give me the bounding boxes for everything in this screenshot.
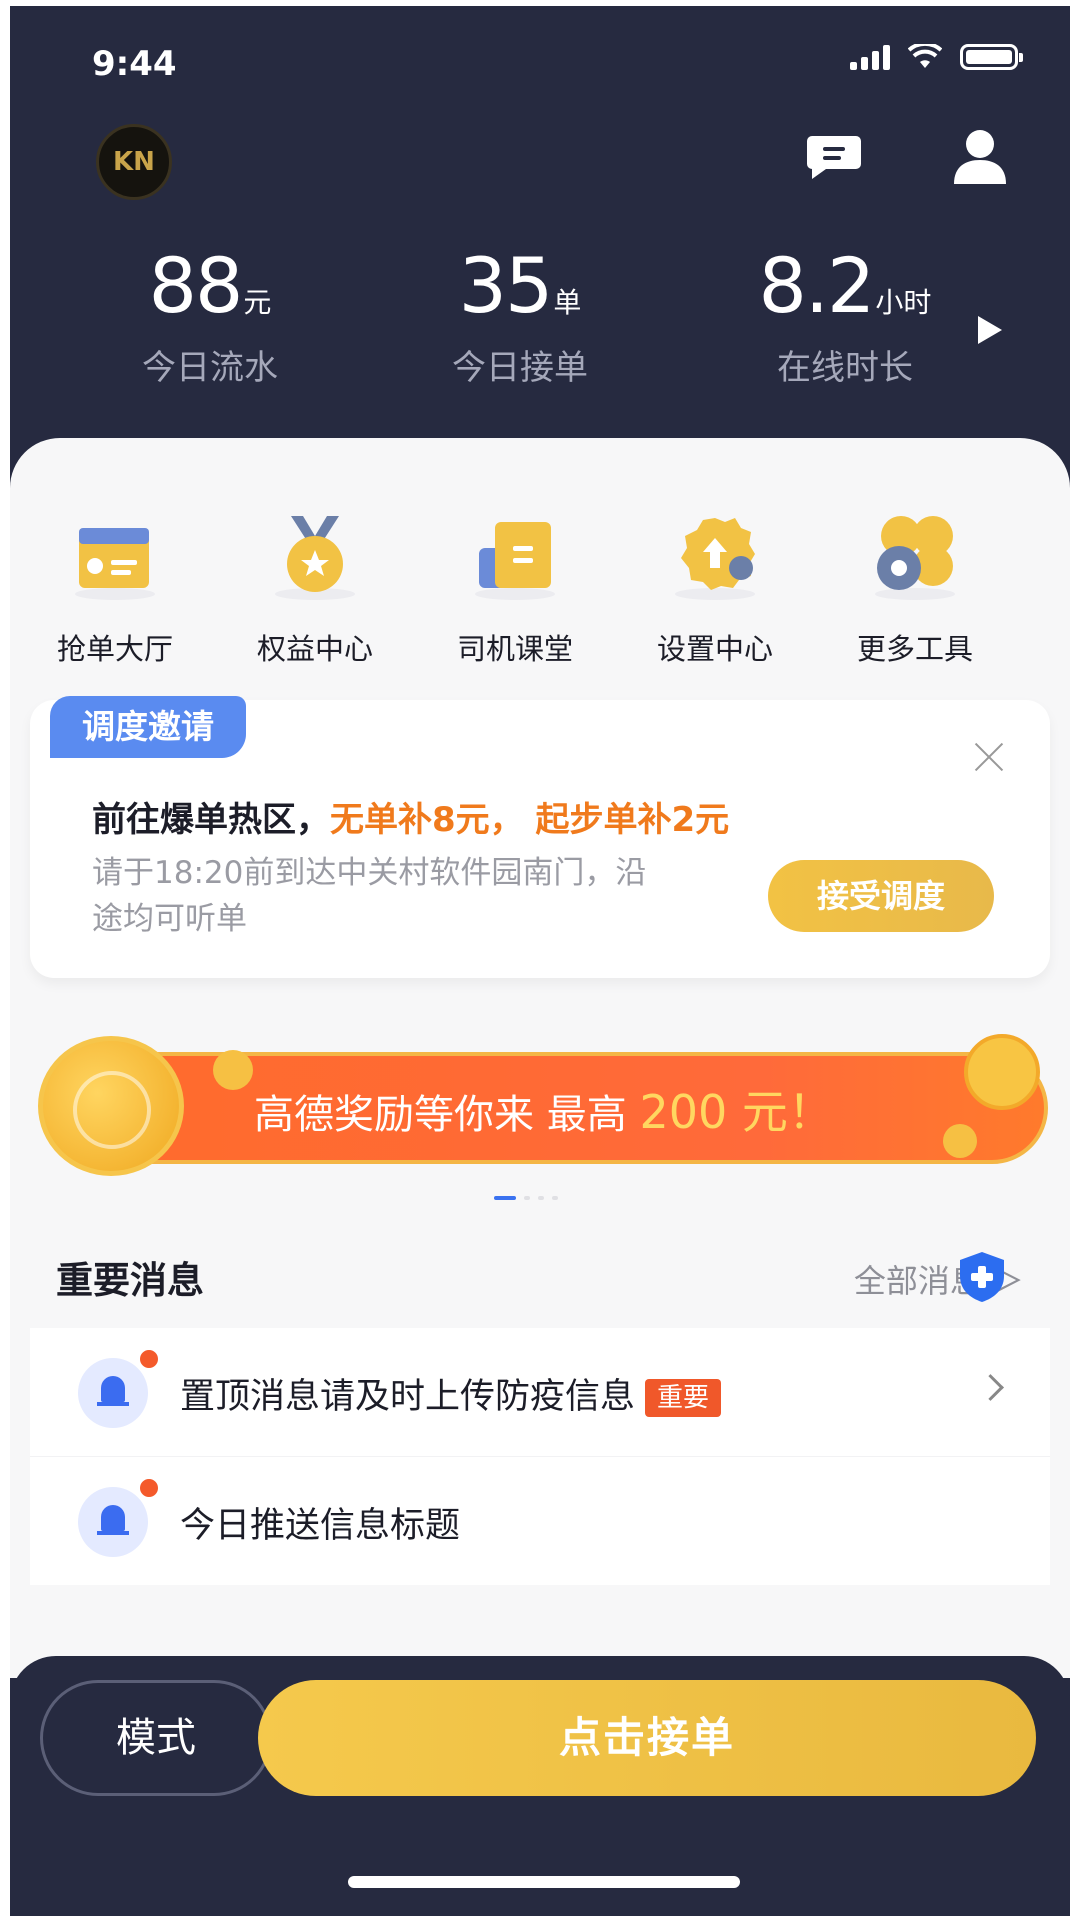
stat-orders-unit: 单	[553, 286, 582, 319]
medal-icon	[275, 516, 355, 600]
carousel-dot	[552, 1196, 558, 1200]
bottom-bar: 模式 点击接单	[10, 1656, 1070, 1916]
gear-icon	[675, 518, 755, 600]
shield-icon[interactable]	[956, 1250, 1008, 1304]
message-text: 置顶消息请及时上传防疫信息 重要	[180, 1368, 722, 1419]
menu-order-hall[interactable]: 抢单大厅	[20, 508, 210, 668]
menu-classroom[interactable]: 司机课堂	[420, 508, 610, 668]
coin-icon	[38, 1036, 184, 1176]
book-icon	[475, 522, 555, 600]
app-screen: 9:44 KN 88元 今日流水 35单 今日接单 8.2小时 在线时长 抢单大…	[10, 6, 1070, 1916]
take-order-button[interactable]: 点击接单	[258, 1680, 1036, 1796]
menu-more-tools[interactable]: 更多工具	[820, 508, 1010, 668]
stat-orders-label: 今日接单	[452, 348, 588, 388]
tools-icon	[875, 516, 955, 600]
order-hall-icon	[75, 528, 155, 600]
promo-banner[interactable]: 高德奖励等你来 最高 200 元！	[38, 1034, 1048, 1176]
message-text: 今日推送信息标题	[180, 1497, 460, 1548]
dispatch-description: 请于18:20前到达中关村软件园南门，沿途均可听单	[92, 855, 647, 937]
message-item[interactable]: 今日推送信息标题	[30, 1456, 1050, 1585]
menu-classroom-label: 司机课堂	[456, 632, 573, 666]
message-item[interactable]: 置顶消息请及时上传防疫信息 重要	[30, 1328, 1050, 1456]
battery-icon	[960, 44, 1023, 70]
dispatch-card: 调度邀请 前往爆单热区，无单补8元， 起步单补2元 请于18:20前到达中关村软…	[30, 696, 1050, 978]
avatar[interactable]: KN	[96, 124, 172, 200]
quick-menu: 抢单大厅 权益中心 司机课堂 设置中心 更多工具	[10, 508, 1070, 668]
stat-online-label: 在线时长	[777, 348, 913, 388]
stat-income[interactable]: 88元 今日流水	[100, 246, 320, 389]
stat-income-unit: 元	[243, 286, 272, 319]
status-icons	[850, 44, 1023, 70]
dispatch-title-prefix: 前往爆单热区，	[92, 800, 330, 840]
message-title: 今日推送信息标题	[180, 1506, 461, 1546]
stat-orders[interactable]: 35单 今日接单	[410, 246, 630, 389]
menu-benefits-label: 权益中心	[256, 632, 373, 666]
banner-amount: 200 元！	[639, 1085, 834, 1139]
coin-dot-icon	[943, 1124, 977, 1158]
dispatch-title-highlight: 无单补8元， 起步单补2元	[330, 800, 730, 840]
dispatch-tag: 调度邀请	[50, 696, 246, 758]
carousel-dot-active	[494, 1196, 516, 1200]
bell-icon	[78, 1358, 148, 1428]
menu-order-hall-label: 抢单大厅	[56, 632, 173, 666]
menu-settings-label: 设置中心	[656, 632, 773, 666]
wifi-icon	[908, 44, 942, 68]
main-card: 抢单大厅 权益中心 司机课堂 设置中心 更多工具 调度邀请 前往爆单热区，无单补…	[10, 438, 1070, 1678]
menu-settings[interactable]: 设置中心	[620, 508, 810, 668]
menu-more-tools-label: 更多工具	[856, 632, 973, 666]
unread-dot	[138, 1477, 160, 1499]
coin-dot-icon	[213, 1050, 253, 1090]
play-icon[interactable]	[978, 316, 1002, 344]
bell-icon	[78, 1487, 148, 1557]
stat-income-value: 88	[148, 241, 244, 330]
status-time: 9:44	[92, 44, 177, 84]
signal-icon	[850, 44, 890, 70]
dispatch-title: 前往爆单热区，无单补8元， 起步单补2元	[92, 792, 729, 841]
important-badge: 重要	[645, 1379, 722, 1417]
carousel-dot	[538, 1196, 544, 1200]
banner-text: 高德奖励等你来 最高 200 元！	[254, 1076, 834, 1142]
stat-orders-value: 35	[458, 241, 554, 330]
message-title: 置顶消息请及时上传防疫信息	[180, 1377, 636, 1417]
accept-dispatch-button[interactable]: 接受调度	[768, 860, 994, 932]
stat-online-unit: 小时	[875, 286, 932, 319]
unread-dot	[138, 1348, 160, 1370]
stat-income-label: 今日流水	[142, 348, 278, 388]
banner-text-main: 高德奖励等你来 最高	[254, 1092, 640, 1138]
menu-benefits[interactable]: 权益中心	[220, 508, 410, 668]
mode-button[interactable]: 模式	[40, 1680, 272, 1796]
messages-heading: 重要消息	[56, 1259, 204, 1302]
home-indicator[interactable]	[348, 1876, 740, 1888]
user-profile-icon[interactable]	[952, 128, 1008, 186]
message-icon[interactable]	[806, 134, 862, 180]
close-icon[interactable]	[972, 740, 1006, 774]
stat-online[interactable]: 8.2小时 在线时长	[720, 246, 970, 389]
carousel-dots[interactable]	[494, 1196, 558, 1200]
chevron-right-icon	[977, 1374, 1004, 1401]
stat-online-value: 8.2	[758, 241, 876, 330]
coin-small-icon	[964, 1034, 1040, 1110]
carousel-dot	[524, 1196, 530, 1200]
